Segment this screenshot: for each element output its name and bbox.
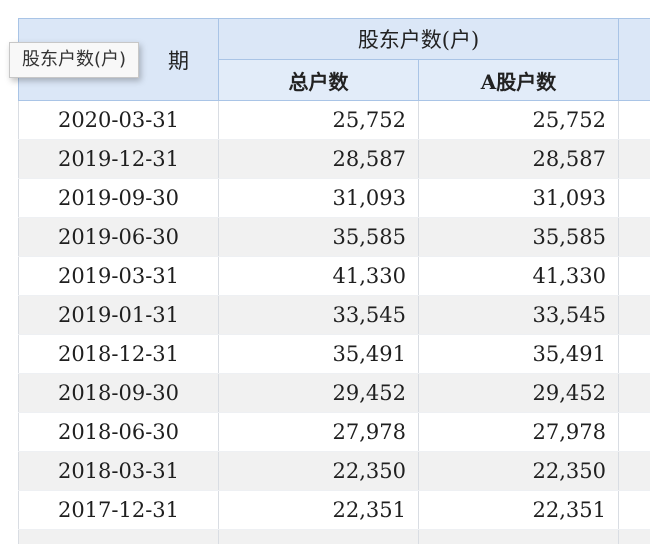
a-share-holders-header[interactable]: A股户数 [417,59,620,101]
a-share-holders-cell: 25,752 [417,100,620,140]
total-holders-cell: 25,752 [218,100,419,140]
table-row[interactable] [18,529,650,544]
next-column-cell [618,256,650,296]
a-share-holders-cell: 29,452 [417,373,620,413]
date-cell: 2020-03-31 [18,100,219,140]
table-body: 2020-03-31 25,752 25,752 2019-12-31 28,587 28… [18,100,650,544]
date-cell: 2018-06-30 [18,412,219,452]
table-row[interactable]: 2019-12-31 28,587 28,587 [18,139,650,179]
a-share-holders-cell: 35,491 [417,334,620,374]
shareholder-table-container: 期 股东户数(户) 总户数 A股户数 2020-03-31 25,752 25,75… [18,18,650,544]
total-holders-cell: 41,330 [218,256,419,296]
next-column-cell [618,373,650,413]
next-column-cell [618,334,650,374]
next-column-header [618,18,650,101]
date-cell: 2019-03-31 [18,256,219,296]
table-row[interactable]: 2018-09-30 29,452 29,452 [18,373,650,413]
next-column-cell [618,529,650,544]
shareholder-count-group-header: 股东户数(户) [217,18,620,60]
next-column-cell [618,217,650,257]
shareholder-count-table: 期 股东户数(户) 总户数 A股户数 2020-03-31 25,752 25,75… [18,18,650,544]
total-holders-cell: 27,978 [218,412,419,452]
date-cell: 2018-09-30 [18,373,219,413]
total-holders-cell: 29,452 [218,373,419,413]
a-share-holders-cell: 41,330 [417,256,620,296]
total-holders-cell: 33,545 [218,295,419,335]
column-tooltip: 股东户数(户) [9,42,140,78]
a-share-holders-cell: 28,587 [417,139,620,179]
date-column-header-label: 期 [168,48,189,73]
date-cell: 2018-03-31 [18,451,219,491]
total-holders-cell: 35,585 [218,217,419,257]
table-row[interactable]: 2019-06-30 35,585 35,585 [18,217,650,257]
total-holders-cell: 35,491 [218,334,419,374]
next-column-cell [618,490,650,530]
date-cell [18,529,219,544]
table-row[interactable]: 2017-12-31 22,351 22,351 [18,490,650,530]
total-holders-cell: 22,350 [218,451,419,491]
a-share-holders-cell [417,529,620,544]
table-row[interactable]: 2019-01-31 33,545 33,545 [18,295,650,335]
total-holders-cell [218,529,419,544]
next-column-cell [618,100,650,140]
date-cell: 2019-01-31 [18,295,219,335]
a-share-holders-cell: 27,978 [417,412,620,452]
date-cell: 2018-12-31 [18,334,219,374]
date-cell: 2019-06-30 [18,217,219,257]
next-column-cell [618,412,650,452]
a-share-holders-cell: 35,585 [417,217,620,257]
a-share-holders-cell: 31,093 [417,178,620,218]
total-holders-header[interactable]: 总户数 [218,59,419,101]
total-holders-cell: 22,351 [218,490,419,530]
total-holders-cell: 28,587 [218,139,419,179]
table-row[interactable]: 2020-03-31 25,752 25,752 [18,100,650,140]
next-column-cell [618,295,650,335]
table-row[interactable]: 2018-12-31 35,491 35,491 [18,334,650,374]
table-row[interactable]: 2018-06-30 27,978 27,978 [18,412,650,452]
date-cell: 2019-12-31 [18,139,219,179]
total-holders-cell: 31,093 [218,178,419,218]
table-row[interactable]: 2019-03-31 41,330 41,330 [18,256,650,296]
next-column-cell [618,451,650,491]
a-share-holders-cell: 22,350 [417,451,620,491]
table-row[interactable]: 2018-03-31 22,350 22,350 [18,451,650,491]
date-cell: 2019-09-30 [18,178,219,218]
next-column-cell [618,178,650,218]
a-share-holders-cell: 33,545 [417,295,620,335]
a-share-holders-cell: 22,351 [417,490,620,530]
table-row[interactable]: 2019-09-30 31,093 31,093 [18,178,650,218]
date-cell: 2017-12-31 [18,490,219,530]
next-column-cell [618,139,650,179]
